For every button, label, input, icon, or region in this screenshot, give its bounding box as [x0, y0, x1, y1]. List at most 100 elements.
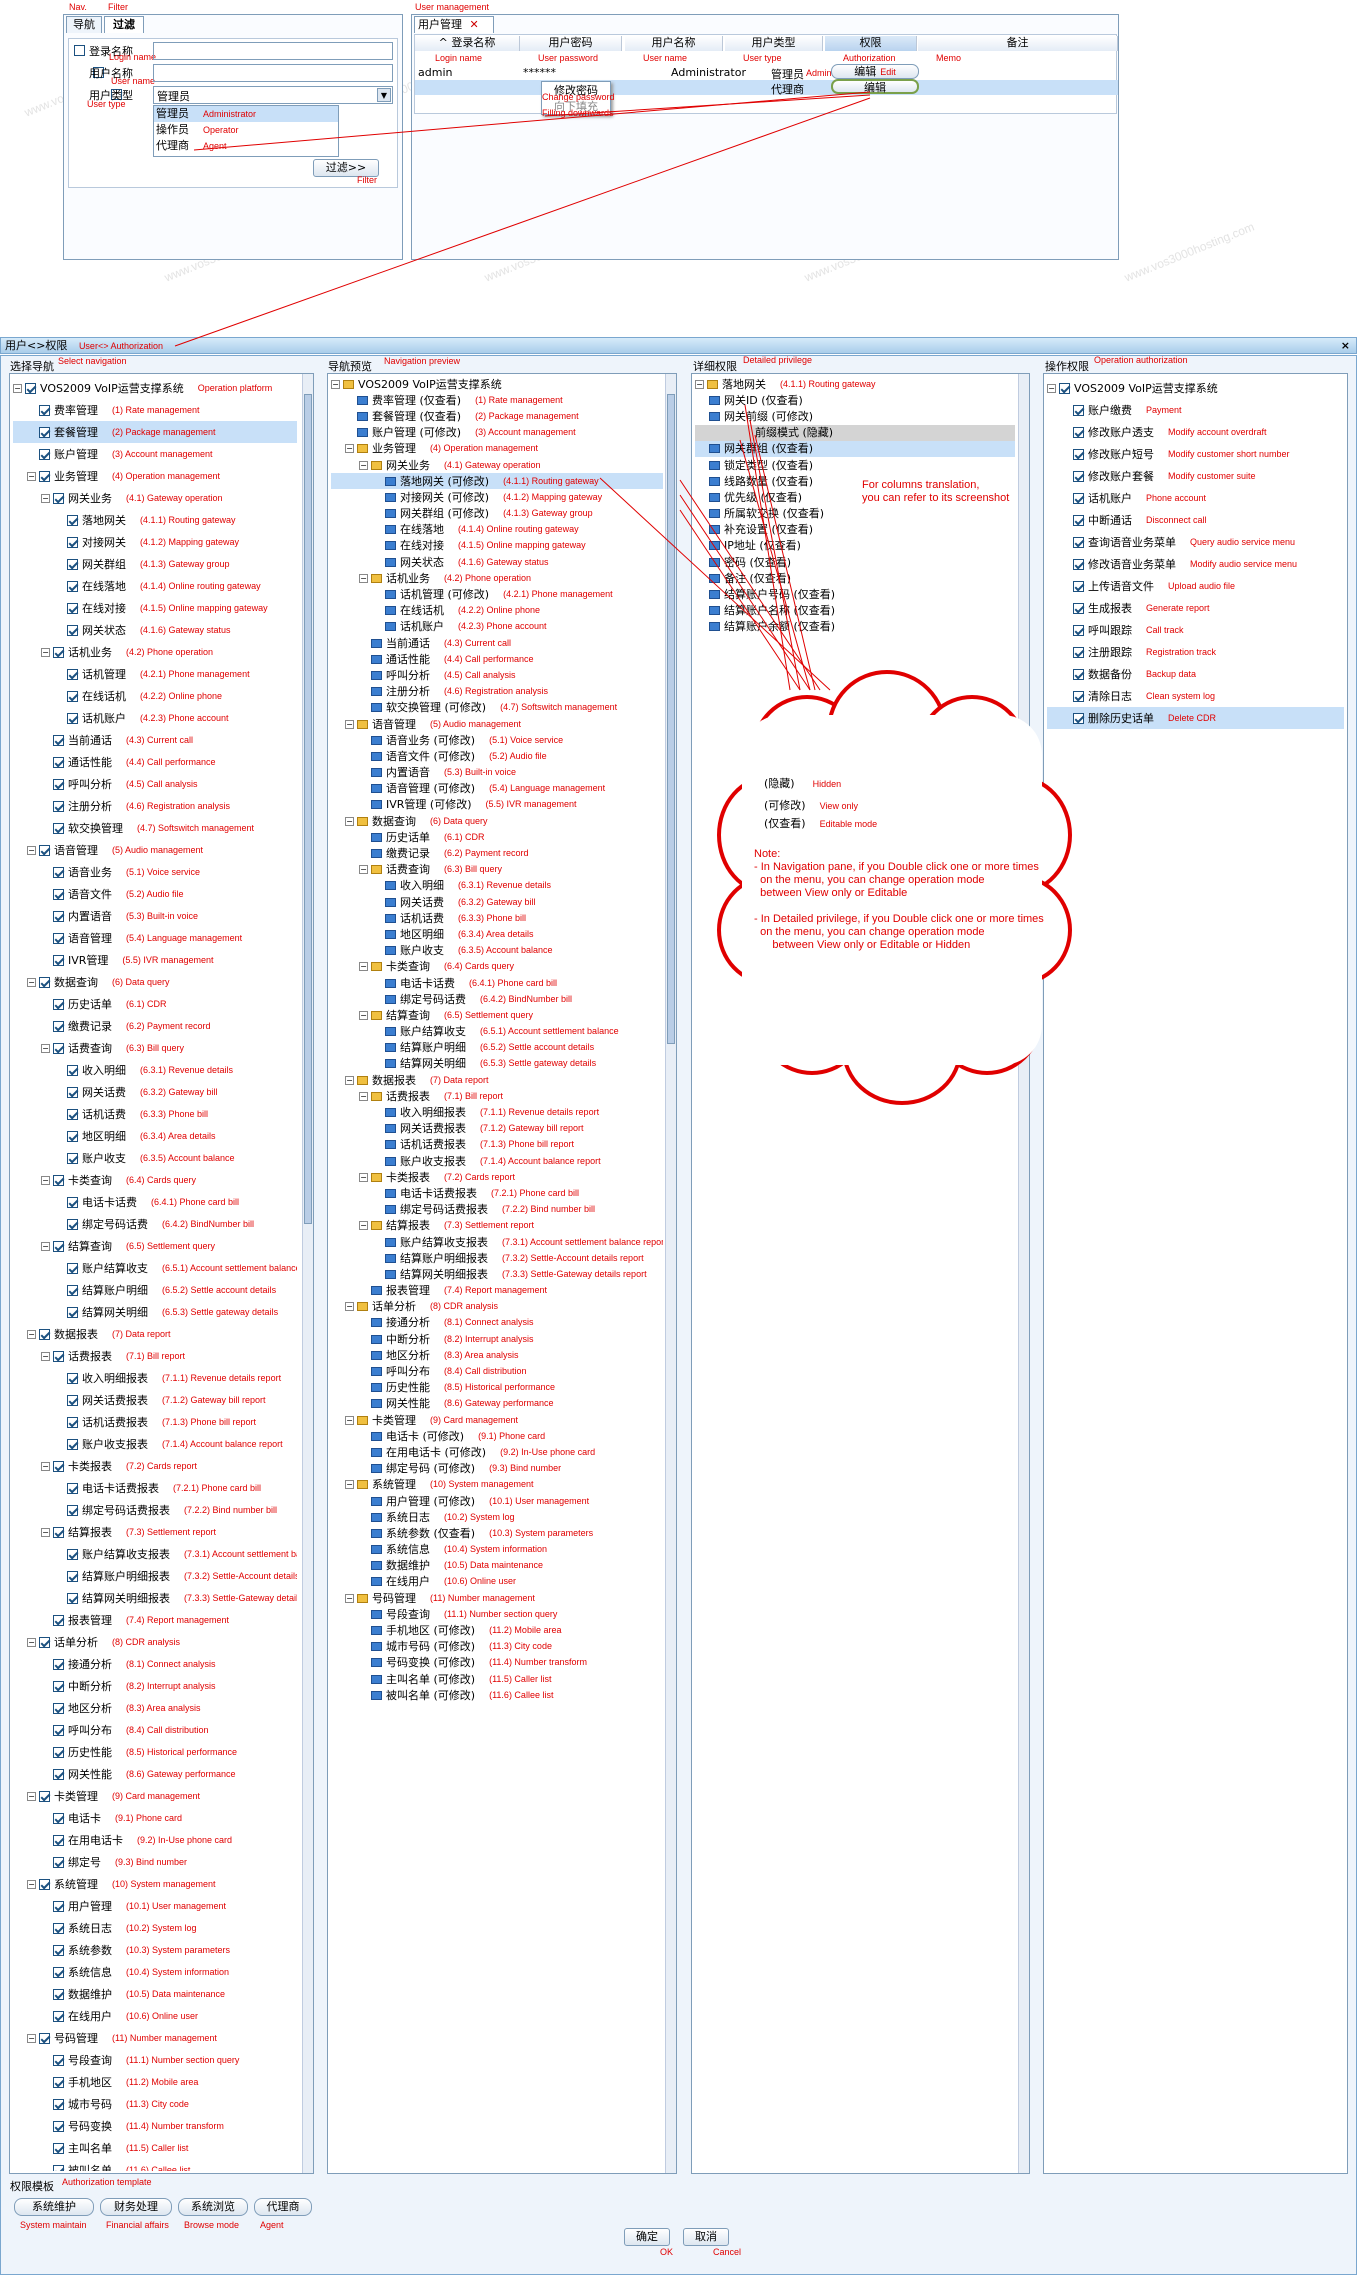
- chevron-down-icon[interactable]: ▼: [377, 88, 391, 102]
- collapse-icon[interactable]: −: [41, 1461, 50, 1471]
- nav-tree-item[interactable]: 结算账户明细报表 (7.3.2) Settle-Account details r…: [13, 1565, 297, 1587]
- context-menu-item[interactable]: 修改密码 Change password: [542, 82, 615, 102]
- checkbox[interactable]: [53, 800, 64, 812]
- nav-tree-item[interactable]: 系统日志 (10.2) System log: [13, 1917, 297, 1939]
- checkbox[interactable]: [67, 1394, 78, 1406]
- collapse-icon[interactable]: −: [359, 962, 368, 972]
- preview-tree-item[interactable]: − 网关业务 (4.1) Gateway operation: [331, 457, 663, 473]
- nav-tree-item[interactable]: 话机话费报表 (7.1.3) Phone bill report: [13, 1411, 297, 1433]
- preview-tree-item[interactable]: − 数据查询 (6) Data query: [331, 813, 663, 829]
- tab-navigation[interactable]: 导航: [66, 16, 102, 33]
- preview-tree-item[interactable]: 套餐管理 (仅查看) (2) Package management: [331, 408, 663, 424]
- cancel-button[interactable]: 取消: [683, 2228, 729, 2246]
- collapse-icon[interactable]: −: [41, 1351, 50, 1361]
- collapse-icon[interactable]: −: [345, 1302, 354, 1312]
- operation-item[interactable]: 上传语音文件 Upload audio file: [1047, 575, 1344, 597]
- nav-tree-item[interactable]: 在用电话卡 (9.2) In-Use phone card: [13, 1829, 297, 1851]
- checkbox[interactable]: [53, 756, 64, 768]
- nav-tree-item[interactable]: 网关性能 (8.6) Gateway performance: [13, 1763, 297, 1785]
- detail-item[interactable]: 网关群组 (仅查看): [695, 440, 1015, 457]
- collapse-icon[interactable]: −: [27, 471, 36, 481]
- checkbox[interactable]: [67, 1548, 78, 1560]
- nav-tree-item[interactable]: − 结算报表 (7.3) Settlement report: [13, 1521, 297, 1543]
- nav-tree-item[interactable]: − 数据查询 (6) Data query: [13, 971, 297, 993]
- checkbox[interactable]: [1073, 426, 1084, 438]
- nav-tree-item[interactable]: 话机账户 (4.2.3) Phone account: [13, 707, 297, 729]
- checkbox[interactable]: [1073, 514, 1084, 526]
- checkbox[interactable]: [67, 1284, 78, 1296]
- preview-tree-item[interactable]: 通话性能 (4.4) Call performance: [331, 651, 663, 667]
- checkbox[interactable]: [67, 712, 78, 724]
- preview-tree-item[interactable]: 账户结算收支报表 (7.3.1) Account settlement balan…: [331, 1234, 663, 1250]
- operation-item[interactable]: 修改账户短号 Modify customer short number: [1047, 443, 1344, 465]
- collapse-icon[interactable]: −: [27, 1637, 36, 1647]
- preview-tree-item[interactable]: 费率管理 (仅查看) (1) Rate management: [331, 392, 663, 408]
- login-name-checkbox[interactable]: [74, 45, 85, 56]
- checkbox[interactable]: [39, 844, 50, 856]
- checkbox[interactable]: [53, 1658, 64, 1670]
- preview-tree-item[interactable]: − 业务管理 (4) Operation management: [331, 441, 663, 457]
- checkbox[interactable]: [1073, 646, 1084, 658]
- nav-tree-item[interactable]: 数据维护 (10.5) Data maintenance: [13, 1983, 297, 2005]
- checkbox[interactable]: [39, 426, 50, 438]
- edit-authorization-button[interactable]: 编辑 Edit: [831, 64, 919, 79]
- detail-item[interactable]: 结算账户号码 (仅查看): [695, 586, 1015, 602]
- checkbox[interactable]: [39, 1878, 50, 1890]
- nav-tree-item[interactable]: 当前通话 (4.3) Current call: [13, 729, 297, 751]
- checkbox[interactable]: [67, 1504, 78, 1516]
- checkbox[interactable]: [53, 2120, 64, 2132]
- nav-tree-item[interactable]: 历史话单 (6.1) CDR: [13, 993, 297, 1015]
- nav-tree-item[interactable]: 通话性能 (4.4) Call performance: [13, 751, 297, 773]
- template-button[interactable]: 代理商: [254, 2198, 312, 2216]
- preview-tree-item[interactable]: − 卡类管理 (9) Card management: [331, 1412, 663, 1428]
- collapse-icon[interactable]: −: [41, 493, 50, 503]
- detail-item[interactable]: 补充设置 (仅查看): [695, 522, 1015, 538]
- checkbox[interactable]: [53, 1526, 64, 1538]
- preview-tree-item[interactable]: 收入明细报表 (7.1.1) Revenue details report: [331, 1104, 663, 1120]
- preview-tree-item[interactable]: 历史性能 (8.5) Historical performance: [331, 1380, 663, 1396]
- checkbox[interactable]: [67, 536, 78, 548]
- nav-tree-item[interactable]: 号码变换 (11.4) Number transform: [13, 2115, 297, 2137]
- collapse-icon[interactable]: −: [359, 1172, 368, 1182]
- preview-tree-item[interactable]: 绑定号码话费报表 (7.2.2) Bind number bill: [331, 1202, 663, 1218]
- checkbox[interactable]: [53, 2076, 64, 2088]
- nav-tree-item[interactable]: 落地网关 (4.1.1) Routing gateway: [13, 509, 297, 531]
- checkbox[interactable]: [1073, 558, 1084, 570]
- preview-tree-item[interactable]: 网关群组 (可修改) (4.1.3) Gateway group: [331, 506, 663, 522]
- checkbox[interactable]: [53, 1350, 64, 1362]
- preview-tree-item[interactable]: 话机话费 (6.3.3) Phone bill: [331, 910, 663, 926]
- nav-tree-item[interactable]: 软交换管理 (4.7) Softswitch management: [13, 817, 297, 839]
- column-header[interactable]: 备注: [918, 36, 1118, 51]
- nav-tree-item[interactable]: − 卡类管理 (9) Card management: [13, 1785, 297, 1807]
- preview-tree-item[interactable]: 账户收支 (6.3.5) Account balance: [331, 943, 663, 959]
- preview-tree-item[interactable]: − 语音管理 (5) Audio management: [331, 716, 663, 732]
- detail-item[interactable]: 结算账户余额 (仅查看): [695, 619, 1015, 635]
- checkbox[interactable]: [53, 998, 64, 1010]
- nav-tree-item[interactable]: 收入明细 (6.3.1) Revenue details: [13, 1059, 297, 1081]
- nav-tree-item[interactable]: 结算账户明细 (6.5.2) Settle account details: [13, 1279, 297, 1301]
- preview-tree-item[interactable]: − 话费报表 (7.1) Bill report: [331, 1088, 663, 1104]
- nav-tree-item[interactable]: 注册分析 (4.6) Registration analysis: [13, 795, 297, 817]
- detail-item[interactable]: 前缀模式 (隐藏): [695, 424, 1015, 441]
- preview-tree-item[interactable]: 结算网关明细 (6.5.3) Settle gateway details: [331, 1056, 663, 1072]
- checkbox[interactable]: [53, 1922, 64, 1934]
- preview-tree-item[interactable]: − 号码管理 (11) Number management: [331, 1590, 663, 1606]
- collapse-icon[interactable]: −: [359, 1091, 368, 1101]
- nav-tree-item[interactable]: 用户管理 (10.1) User management: [13, 1895, 297, 1917]
- preview-tree-item[interactable]: − 卡类报表 (7.2) Cards report: [331, 1169, 663, 1185]
- nav-tree-item[interactable]: 号段查询 (11.1) Number section query: [13, 2049, 297, 2071]
- detail-item[interactable]: IP地址 (仅查看): [695, 538, 1015, 554]
- preview-tree-item[interactable]: 号段查询 (11.1) Number section query: [331, 1606, 663, 1622]
- checkbox[interactable]: [67, 1570, 78, 1582]
- checkbox[interactable]: [67, 1152, 78, 1164]
- preview-tree-item[interactable]: 地区分析 (8.3) Area analysis: [331, 1347, 663, 1363]
- checkbox[interactable]: [1073, 624, 1084, 636]
- checkbox[interactable]: [67, 558, 78, 570]
- tab-user-management[interactable]: 用户管理 ✕: [414, 16, 494, 33]
- operation-item[interactable]: 账户缴费 Payment: [1047, 399, 1344, 421]
- collapse-icon[interactable]: −: [41, 647, 50, 657]
- nav-tree-item[interactable]: 在线用户 (10.6) Online user: [13, 2005, 297, 2027]
- detail-item[interactable]: 网关前缀 (可修改): [695, 408, 1015, 424]
- collapse-icon[interactable]: −: [1047, 383, 1056, 393]
- checkbox[interactable]: [53, 866, 64, 878]
